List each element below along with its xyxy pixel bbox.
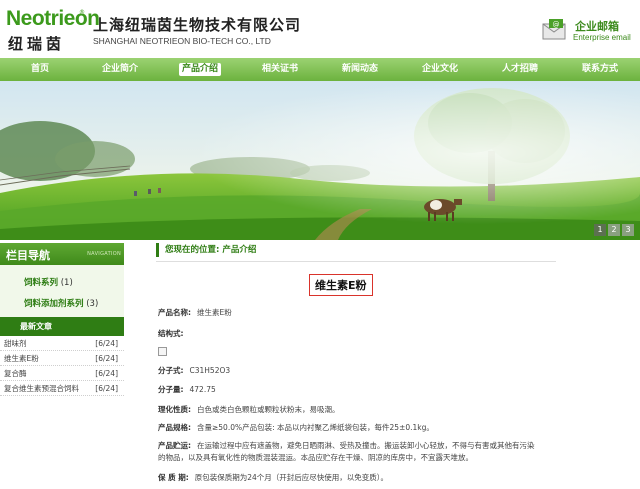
category-name: 饲料系列 — [24, 278, 59, 288]
email-icon[interactable]: @ — [541, 18, 569, 42]
category-item-feed[interactable]: 饲料系列 (1) — [0, 273, 124, 294]
hero-banner: 1 2 3 — [0, 81, 640, 240]
nav-culture[interactable]: 企业文化 — [400, 58, 480, 81]
company-name-en: SHANGHAI NEOTRIEON BIO-TECH CO., LTD — [93, 36, 271, 46]
category-list: 饲料系列 (1) 饲料添加剂系列 (3) — [0, 265, 124, 317]
enterprise-email-label-en[interactable]: Enterprise email — [573, 33, 631, 42]
prop-storage: 产品贮运: 在运输过程中应有遮盖物，避免日晒雨淋、受热及撞击。搬运装卸小心轻放，不… — [158, 441, 535, 462]
article-title: 维生素E粉 — [4, 354, 39, 363]
list-item[interactable]: 维生素E粉 [6/24] — [0, 351, 124, 366]
category-count: (1) — [60, 278, 73, 288]
prop-properties: 理化性质: 白色或类白色颗粒或颗粒状粉末，易吸潮。 — [158, 405, 340, 414]
article-date: [6/24] — [95, 384, 118, 393]
category-count: (3) — [86, 299, 99, 309]
banner-pager: 1 2 3 — [594, 224, 634, 236]
list-item[interactable]: 甜味剂 [6/24] — [0, 336, 124, 351]
article-date: [6/24] — [95, 339, 118, 348]
banner-page-2[interactable]: 2 — [608, 224, 620, 236]
breadcrumb: 您现在的位置: 产品介绍 — [156, 243, 256, 257]
enterprise-email-link[interactable]: 企业邮箱 — [575, 18, 619, 34]
prop-molecular-weight: 分子量: 472.75 — [158, 385, 216, 394]
svg-text:@: @ — [553, 21, 560, 29]
main-nav: 首页 企业简介 产品介绍 相关证书 新闻动态 企业文化 人才招聘 联系方式 — [0, 58, 640, 81]
nav-home[interactable]: 首页 — [0, 58, 80, 81]
article-date: [6/24] — [95, 369, 118, 378]
nav-news[interactable]: 新闻动态 — [320, 58, 400, 81]
site-header: Neotrieon ® 纽瑞茵 上海纽瑞茵生物技术有限公司 SHANGHAI N… — [0, 0, 640, 58]
nav-products[interactable]: 产品介绍 — [160, 58, 240, 81]
logo-registered-mark: ® — [79, 9, 85, 16]
prop-spec: 产品规格: 含量≥50.0%产品包装: 本品以内衬聚乙烯纸袋包装，每件25±0.1… — [158, 423, 434, 432]
nav-jobs[interactable]: 人才招聘 — [480, 58, 560, 81]
product-title: 维生素E粉 — [309, 274, 373, 296]
latest-articles-header: 最新文章 — [0, 317, 124, 336]
prop-name: 产品名称: 维生素E粉 — [158, 308, 232, 317]
nav-contact[interactable]: 联系方式 — [560, 58, 640, 81]
logo[interactable]: Neotrieon — [6, 7, 100, 31]
sidebar-title: 栏目导航 — [6, 249, 50, 262]
category-name: 饲料添加剂系列 — [24, 299, 84, 309]
banner-page-1[interactable]: 1 — [594, 224, 606, 236]
sidebar-title-en: NAVIGATION — [87, 251, 121, 257]
article-title: 复合酶 — [4, 369, 27, 378]
pasture-landscape-image — [0, 81, 640, 240]
category-item-feed-additive[interactable]: 饲料添加剂系列 (3) — [0, 294, 124, 315]
company-name-cn: 上海纽瑞茵生物技术有限公司 — [93, 16, 302, 34]
article-title: 复合维生素预混合饲料 — [4, 384, 79, 393]
divider — [156, 261, 556, 262]
prop-formula: 分子式: C31H52O3 — [158, 366, 231, 375]
list-item[interactable]: 复合酶 [6/24] — [0, 366, 124, 381]
prop-shelf-life: 保 质 期: 原包装保质期为24个月（开封后应尽快使用，以免变质）。 — [158, 473, 389, 482]
article-title: 甜味剂 — [4, 339, 27, 348]
article-date: [6/24] — [95, 354, 118, 363]
banner-page-3[interactable]: 3 — [622, 224, 634, 236]
structure-image-placeholder — [158, 347, 167, 356]
list-item[interactable]: 复合维生素预混合饲料 [6/24] — [0, 381, 124, 396]
sidebar-header: 栏目导航 NAVIGATION — [0, 243, 124, 265]
logo-chinese: 纽瑞茵 — [8, 35, 66, 53]
prop-structure: 结构式: — [158, 329, 184, 338]
nav-about[interactable]: 企业简介 — [80, 58, 160, 81]
sidebar: 栏目导航 NAVIGATION 饲料系列 (1) 饲料添加剂系列 (3) 最新文… — [0, 243, 124, 489]
nav-certificates[interactable]: 相关证书 — [240, 58, 320, 81]
